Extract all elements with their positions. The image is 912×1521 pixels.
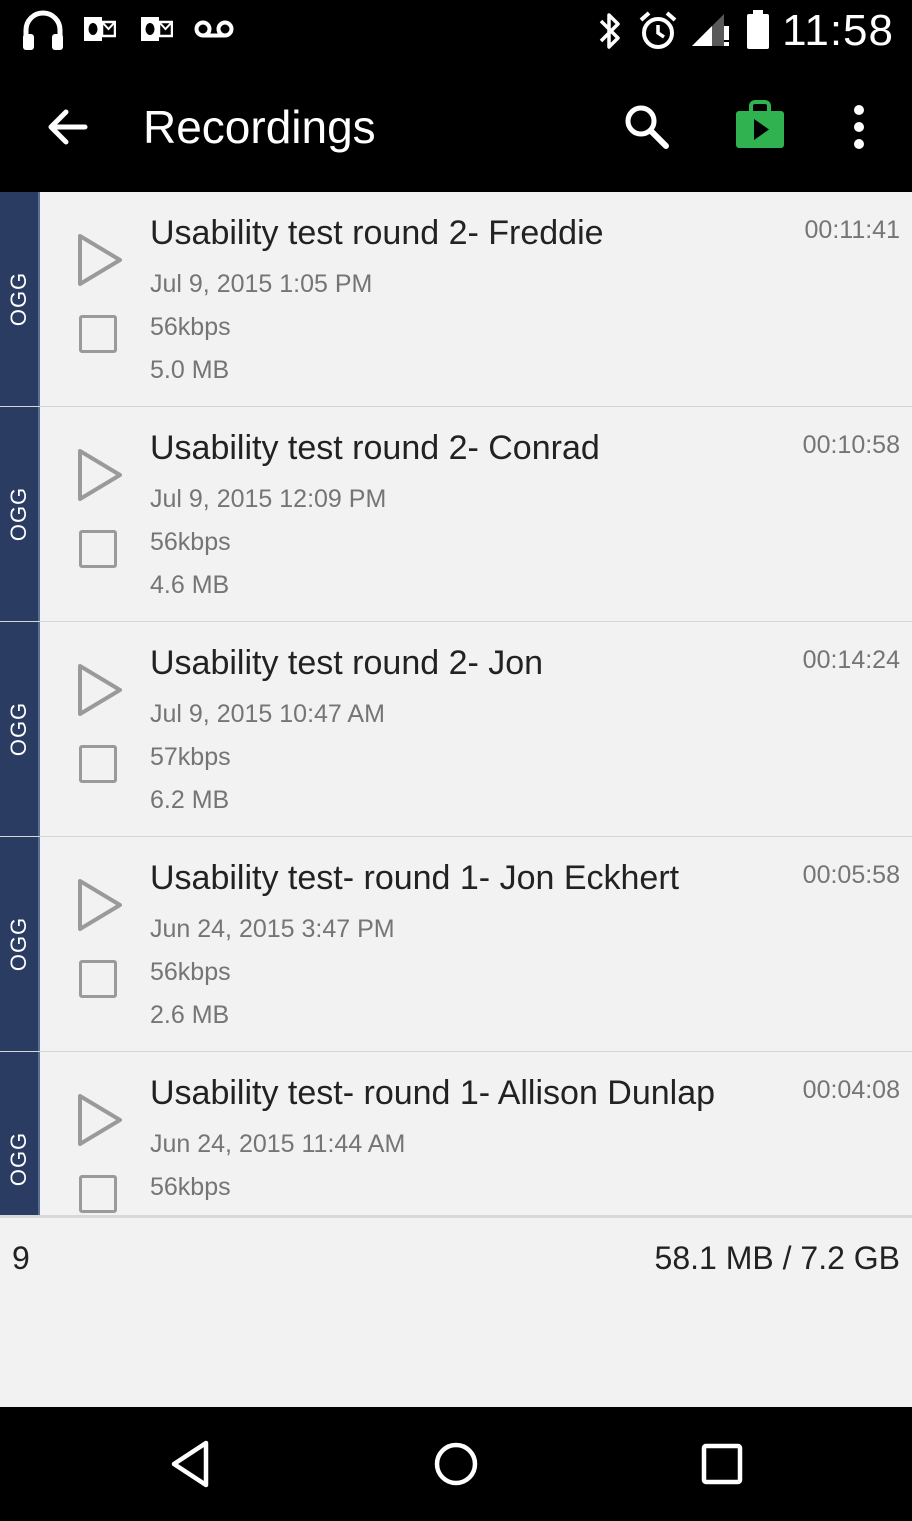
recording-duration: 00:10:58 (802, 431, 900, 459)
recording-size: 4.6 MB (150, 571, 230, 599)
storage-footer: 9 58.1 MB / 7.2 GB (0, 1215, 912, 1407)
recording-date: Jul 9, 2015 12:09 PM (150, 485, 387, 513)
recording-size: 6.2 MB (150, 786, 230, 814)
format-tag: OGG (0, 1052, 40, 1215)
select-checkbox[interactable] (79, 1175, 117, 1213)
voicemail-icon (194, 20, 234, 38)
select-checkbox[interactable] (79, 960, 117, 998)
recording-count: 9 (12, 1240, 30, 1276)
outlook-icon (84, 17, 116, 41)
play-icon[interactable] (75, 877, 125, 933)
select-checkbox[interactable] (79, 530, 117, 568)
format-tag: OGG (0, 837, 40, 1051)
select-checkbox[interactable] (79, 745, 117, 783)
clock: 11:58 (782, 6, 894, 55)
recording-date: Jul 9, 2015 10:47 AM (150, 700, 385, 728)
arrow-left-icon[interactable] (44, 104, 90, 150)
recording-date: Jun 24, 2015 3:47 PM (150, 915, 395, 943)
recording-duration: 00:14:24 (802, 646, 900, 674)
format-tag: OGG (0, 407, 40, 621)
back-nav-icon[interactable] (168, 1439, 212, 1489)
recording-item[interactable]: OGG Usability test round 2- Conrad Jul 9… (0, 407, 912, 622)
more-vert-icon[interactable] (848, 104, 870, 150)
play-icon[interactable] (75, 662, 125, 718)
recording-title: Usability test- round 1- Jon Eckhert (150, 859, 680, 897)
recording-item[interactable]: OGG Usability test round 2- Freddie Jul … (0, 192, 912, 407)
recording-title: Usability test round 2- Conrad (150, 429, 600, 467)
format-tag: OGG (0, 192, 40, 406)
search-icon[interactable] (622, 102, 670, 150)
recording-bitrate: 56kbps (150, 313, 231, 341)
recording-date: Jul 9, 2015 1:05 PM (150, 270, 373, 298)
recording-item[interactable]: OGG Usability test- round 1- Jon Eckhert… (0, 837, 912, 1052)
recording-item[interactable]: OGG Usability test- round 1- Allison Dun… (0, 1052, 912, 1215)
recording-title: Usability test- round 1- Allison Dunlap (150, 1074, 716, 1112)
recording-duration: 00:05:58 (802, 861, 900, 889)
recording-duration: 00:11:41 (804, 216, 900, 244)
recording-title: Usability test round 2- Jon (150, 644, 544, 682)
play-icon[interactable] (75, 447, 125, 503)
recording-title: Usability test round 2- Freddie (150, 214, 604, 252)
home-nav-icon[interactable] (433, 1439, 479, 1489)
recordings-list[interactable]: OGG Usability test round 2- Freddie Jul … (0, 192, 912, 1215)
recording-size: 2.6 MB (150, 1001, 230, 1029)
recording-size: 5.0 MB (150, 356, 230, 384)
status-bar: 11:58 (0, 0, 912, 62)
headphones-icon (23, 10, 63, 50)
recording-bitrate: 56kbps (150, 1173, 231, 1201)
bluetooth-icon (599, 13, 620, 49)
recording-date: Jun 24, 2015 11:44 AM (150, 1130, 406, 1158)
page-title: Recordings (143, 101, 376, 153)
play-store-icon[interactable] (734, 100, 786, 150)
recording-bitrate: 57kbps (150, 743, 231, 771)
alarm-icon (639, 11, 677, 49)
battery-icon (747, 10, 769, 49)
recording-item[interactable]: OGG Usability test round 2- Jon Jul 9, 2… (0, 622, 912, 837)
recents-nav-icon[interactable] (700, 1439, 744, 1489)
format-tag: OGG (0, 622, 40, 836)
play-icon[interactable] (75, 1092, 125, 1148)
outlook-icon (141, 17, 173, 41)
signal-icon (692, 14, 729, 46)
system-nav-bar (0, 1407, 912, 1521)
storage-usage: 58.1 MB / 7.2 GB (654, 1240, 900, 1276)
recording-duration: 00:04:08 (802, 1076, 900, 1104)
play-icon[interactable] (75, 232, 125, 288)
recording-bitrate: 56kbps (150, 958, 231, 986)
recording-bitrate: 56kbps (150, 528, 231, 556)
select-checkbox[interactable] (79, 315, 117, 353)
app-toolbar: Recordings (0, 62, 912, 192)
